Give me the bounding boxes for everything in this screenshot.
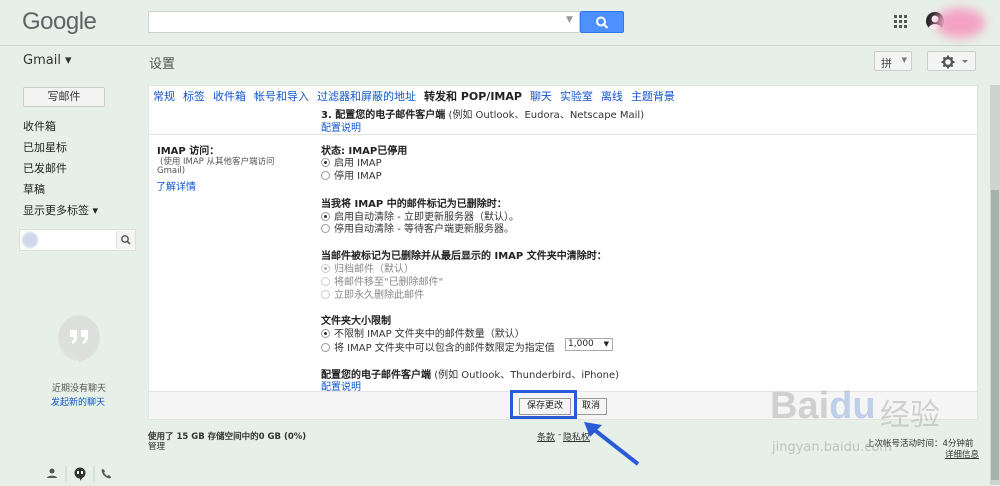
- auto-expunge-off-radio[interactable]: [321, 223, 330, 233]
- tab-filters[interactable]: 过滤器和屏蔽的地址: [317, 90, 416, 103]
- step3-config-link[interactable]: 配置说明: [321, 119, 361, 134]
- limit-label: 将 IMAP 文件夹中可以包含的邮件数限定为指定值: [334, 343, 555, 354]
- disable-imap-label: 停用 IMAP: [334, 171, 382, 182]
- footer-separator: -: [558, 430, 562, 440]
- hangouts-small-icon[interactable]: [74, 467, 86, 482]
- chat-search-button[interactable]: [116, 231, 135, 249]
- tab-labs[interactable]: 实验室: [560, 90, 593, 103]
- archive-radio: [321, 263, 330, 273]
- settings-gear-button[interactable]: [927, 51, 976, 71]
- client-config-example: (例如 Outlook、Thunderbird、iPhone): [434, 370, 620, 381]
- chat-bottom-bar: [44, 466, 124, 486]
- annotation-arrow-icon: [584, 422, 640, 466]
- imap-help-line2: Gmail): [157, 166, 186, 176]
- cancel-button[interactable]: 取消: [575, 398, 607, 415]
- step3-example: (例如 Outlook、Eudora、Netscape Mail): [448, 110, 645, 121]
- baidu-watermark: Baidu: [770, 385, 876, 427]
- start-new-chat-link[interactable]: 发起新的聊天: [51, 395, 105, 408]
- chat-user-avatar: [22, 232, 38, 248]
- disable-imap-radio[interactable]: [321, 170, 330, 180]
- auto-expunge-off-option[interactable]: 停用自动清除 - 等待客户端更新服务器。: [321, 220, 514, 235]
- search-icon: [596, 16, 609, 29]
- chevron-down-icon: ▼: [603, 340, 609, 348]
- phone-icon[interactable]: [101, 469, 111, 479]
- delete-forever-radio: [321, 289, 330, 299]
- privacy-link[interactable]: 隐私权: [563, 430, 590, 443]
- delete-forever-option: 立即永久删除此邮件: [321, 286, 424, 301]
- auto-expunge-off-label: 停用自动清除 - 等待客户端更新服务器。: [334, 224, 514, 235]
- scrollbar-thumb[interactable]: [991, 190, 999, 480]
- activity-details-link[interactable]: 详细信息: [945, 448, 979, 460]
- limit-option[interactable]: 将 IMAP 文件夹中可以包含的邮件数限定为指定值: [321, 339, 555, 354]
- tab-inbox[interactable]: 收件箱: [213, 90, 246, 103]
- storage-usage: 使用了 15 GB 存储空间中的0 GB (0%): [148, 432, 307, 442]
- enable-imap-radio[interactable]: [321, 157, 330, 167]
- search-options-caret-icon[interactable]: ▼: [566, 15, 573, 25]
- sidebar-item-inbox[interactable]: 收件箱: [23, 118, 56, 134]
- client-config-row: 配置您的电子邮件客户端 (例如 Outlook、Thunderbird、iPho…: [321, 366, 619, 381]
- baidu-watermark-url: jingyan.baidu.com: [772, 440, 892, 455]
- tab-offline[interactable]: 离线: [601, 90, 623, 103]
- no-recent-chats-text: 近期没有聊天: [52, 384, 107, 394]
- move-to-trash-radio: [321, 276, 330, 286]
- google-logo[interactable]: Google: [22, 8, 97, 36]
- baidu-watermark-cn: 经验: [880, 398, 940, 433]
- learn-more-link[interactable]: 了解详情: [156, 178, 196, 193]
- delete-forever-label: 立即永久删除此邮件: [334, 290, 424, 301]
- step3-row: 3. 配置您的电子邮件客户端 (例如 Outlook、Eudora、Netsca…: [321, 106, 644, 121]
- sidebar-item-drafts[interactable]: 草稿: [23, 181, 45, 197]
- apps-grid-icon[interactable]: [894, 14, 908, 33]
- gear-icon: [941, 55, 968, 69]
- no-limit-radio[interactable]: [321, 328, 330, 338]
- tab-chat[interactable]: 聊天: [530, 90, 552, 103]
- tab-accounts[interactable]: 帐号和导入: [254, 90, 309, 103]
- no-limit-option[interactable]: 不限制 IMAP 文件夹中的邮件数量（默认）: [321, 325, 525, 340]
- search-icon: [121, 235, 131, 245]
- settings-tabs: 常规 标签 收件箱 帐号和导入 过滤器和屏蔽的地址 转发和 POP/IMAP 聊天 实验室 离线…: [153, 88, 683, 104]
- sidebar-item-sent[interactable]: 已发邮件: [23, 160, 67, 176]
- folder-limit-select[interactable]: 1,000 ▼: [565, 338, 613, 351]
- input-tools-button[interactable]: 拼 ▼: [874, 51, 912, 71]
- tab-forwarding-pop-imap[interactable]: 转发和 POP/IMAP: [424, 90, 522, 103]
- disable-imap-option[interactable]: 停用 IMAP: [321, 167, 382, 182]
- tab-themes[interactable]: 主题背景: [631, 90, 675, 103]
- tab-general[interactable]: 常规: [153, 90, 175, 103]
- chevron-down-icon: ▼: [901, 56, 907, 64]
- sidebar-item-starred[interactable]: 已加星标: [23, 139, 67, 155]
- account-name-redacted: [935, 8, 985, 38]
- page-title: 设置: [149, 57, 176, 72]
- limit-radio[interactable]: [321, 342, 330, 352]
- search-input[interactable]: [148, 11, 580, 33]
- header-divider: [0, 45, 1000, 46]
- compose-button[interactable]: 写邮件: [23, 87, 105, 107]
- save-button-highlight-box: [510, 390, 577, 419]
- person-icon[interactable]: [47, 468, 57, 479]
- sidebar-item-more-labels[interactable]: 显示更多标签 ▾: [23, 202, 98, 218]
- hangouts-icon: [58, 315, 100, 363]
- terms-link[interactable]: 条款: [537, 430, 555, 443]
- folder-limit-value: 1,000: [568, 339, 594, 349]
- tab-labels[interactable]: 标签: [183, 90, 205, 103]
- input-tools-label: 拼: [881, 57, 892, 70]
- section-divider: [149, 134, 977, 135]
- gmail-menu[interactable]: Gmail ▾: [23, 53, 72, 68]
- manage-storage-link[interactable]: 管理: [148, 440, 165, 452]
- search-button[interactable]: [580, 11, 624, 33]
